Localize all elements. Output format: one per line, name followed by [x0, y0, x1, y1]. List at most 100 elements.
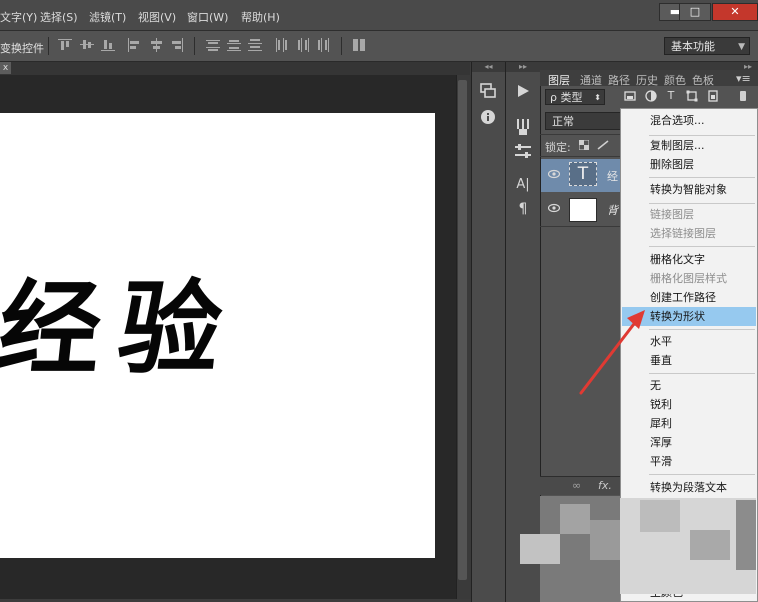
- close-window-button[interactable]: ✕: [712, 3, 758, 21]
- workspace-switcher[interactable]: 基本功能 ▼: [664, 37, 750, 55]
- tab-layers[interactable]: 图层: [548, 72, 570, 88]
- brush-icon[interactable]: [512, 116, 534, 138]
- mosaic-blur: [520, 534, 560, 564]
- align-vcenter-icon[interactable]: [80, 38, 94, 52]
- distribute-bottom-icon[interactable]: [248, 38, 262, 52]
- restore-button[interactable]: □: [679, 3, 711, 21]
- menu-convert-paragraph-text[interactable]: 转换为段落文本: [622, 478, 756, 497]
- menu-separator: [649, 474, 755, 475]
- align-bottom-icon[interactable]: [101, 38, 115, 52]
- menu-antialias-sharp[interactable]: 锐利: [622, 395, 756, 414]
- distribute-vcenter-icon[interactable]: [227, 38, 241, 52]
- menu-separator: [649, 246, 755, 247]
- workspace-label: 基本功能: [671, 40, 715, 53]
- collapse-icon[interactable]: ▸▸: [506, 62, 540, 72]
- layer-row-text[interactable]: T 经: [541, 159, 621, 192]
- filter-toggle-icon[interactable]: [737, 90, 749, 102]
- divider: [540, 226, 620, 227]
- layer-kind-filter[interactable]: ρ 类型 ⬍: [545, 89, 605, 105]
- text-layer-thumbnail: T: [569, 162, 597, 186]
- align-hcenter-icon[interactable]: [149, 38, 163, 52]
- layer-name[interactable]: 背: [607, 202, 618, 218]
- distribute-hcenter-icon[interactable]: [296, 38, 310, 52]
- info-icon[interactable]: [477, 106, 499, 128]
- menu-separator: [649, 329, 755, 330]
- fx-icon[interactable]: fx.: [598, 479, 612, 492]
- tab-swatches[interactable]: 色板: [692, 72, 714, 88]
- distribute-left-icon[interactable]: [274, 38, 288, 52]
- lock-transparent-icon[interactable]: [578, 139, 590, 151]
- transform-controls-label[interactable]: 变换控件: [0, 40, 44, 56]
- filter-smart-object-icon[interactable]: [707, 90, 719, 102]
- canvas-text-layer[interactable]: 经验: [0, 247, 248, 394]
- eye-icon[interactable]: [547, 203, 561, 213]
- tab-paths[interactable]: 路径: [608, 72, 630, 88]
- menu-convert-to-shape[interactable]: 转换为形状: [622, 307, 756, 326]
- menu-delete-layer[interactable]: 删除图层: [622, 155, 756, 174]
- menu-help[interactable]: 帮助(H): [241, 9, 280, 25]
- filter-adjustment-icon[interactable]: [645, 90, 657, 102]
- menu-duplicate-layer[interactable]: 复制图层...: [622, 136, 756, 155]
- link-layers-icon[interactable]: ∞: [572, 479, 581, 492]
- mosaic-blur: [590, 520, 620, 560]
- menu-separator: [649, 373, 755, 374]
- menu-window[interactable]: 窗口(W): [187, 9, 228, 25]
- menu-separator: [649, 177, 755, 178]
- menu-blending-options[interactable]: 混合选项...: [622, 111, 756, 130]
- align-top-icon[interactable]: [58, 38, 72, 52]
- filter-pixel-icon[interactable]: [624, 90, 636, 102]
- divider: [341, 37, 342, 55]
- menu-view[interactable]: 视图(V): [138, 9, 176, 25]
- layer-name[interactable]: 经: [607, 168, 618, 184]
- filter-text-icon[interactable]: T: [665, 90, 677, 102]
- menu-rasterize-layer-style[interactable]: 栅格化图层样式: [622, 269, 756, 288]
- menu-select[interactable]: 选择(S): [40, 9, 78, 25]
- tab-channels[interactable]: 通道: [580, 72, 602, 88]
- panel-dock-left: ◂◂: [471, 62, 505, 602]
- chevron-down-icon: ▼: [738, 42, 745, 52]
- menu-antialias-strong[interactable]: 浑厚: [622, 433, 756, 452]
- blend-mode-dropdown[interactable]: 正常: [545, 112, 625, 130]
- panel-menu-icon[interactable]: ▾≡: [736, 72, 751, 85]
- menu-create-work-path[interactable]: 创建工作路径: [622, 288, 756, 307]
- mosaic-blur: [736, 500, 756, 570]
- menu-separator: [649, 203, 755, 204]
- align-left-icon[interactable]: [127, 38, 141, 52]
- mosaic-blur: [690, 530, 730, 560]
- menu-type[interactable]: 文字(Y): [0, 9, 37, 25]
- menu-antialias-none[interactable]: 无: [622, 376, 756, 395]
- lock-brush-icon[interactable]: [597, 140, 609, 150]
- layer-row-background[interactable]: 背: [541, 193, 621, 226]
- paragraph-icon[interactable]: ¶: [512, 198, 534, 220]
- distribute-right-icon[interactable]: [317, 38, 331, 52]
- align-right-icon[interactable]: [170, 38, 184, 52]
- menu-filter[interactable]: 滤镜(T): [89, 9, 126, 25]
- menu-horizontal[interactable]: 水平: [622, 332, 756, 351]
- divider: [194, 37, 195, 55]
- menu-select-linked-layers[interactable]: 选择链接图层: [622, 224, 756, 243]
- options-bar: 变换控件: [0, 31, 758, 62]
- divider: [48, 37, 49, 55]
- menu-vertical[interactable]: 垂直: [622, 351, 756, 370]
- menu-antialias-crisp[interactable]: 犀利: [622, 414, 756, 433]
- character-icon[interactable]: A|: [512, 174, 534, 196]
- menu-convert-smart-object[interactable]: 转换为智能对象: [622, 180, 756, 199]
- history-icon[interactable]: [477, 80, 499, 102]
- collapse-icon[interactable]: ◂◂: [472, 62, 505, 72]
- menu-antialias-smooth[interactable]: 平滑: [622, 452, 756, 471]
- tab-color[interactable]: 颜色: [664, 72, 686, 88]
- filter-shape-icon[interactable]: [686, 90, 698, 102]
- scrollbar-thumb[interactable]: [458, 80, 467, 580]
- menu-rasterize-type[interactable]: 栅格化文字: [622, 250, 756, 269]
- document-tab-strip: [0, 62, 470, 75]
- tab-history[interactable]: 历史: [636, 72, 658, 88]
- kind-filter-label: ρ 类型: [550, 91, 583, 104]
- auto-align-icon[interactable]: [352, 38, 366, 52]
- close-tab-icon[interactable]: x: [0, 62, 11, 74]
- adjust-icon[interactable]: [512, 140, 534, 162]
- background-layer-thumbnail: [569, 198, 597, 222]
- eye-icon[interactable]: [547, 169, 561, 179]
- menu-link-layers[interactable]: 链接图层: [622, 205, 756, 224]
- play-icon[interactable]: [512, 80, 534, 102]
- distribute-top-icon[interactable]: [206, 38, 220, 52]
